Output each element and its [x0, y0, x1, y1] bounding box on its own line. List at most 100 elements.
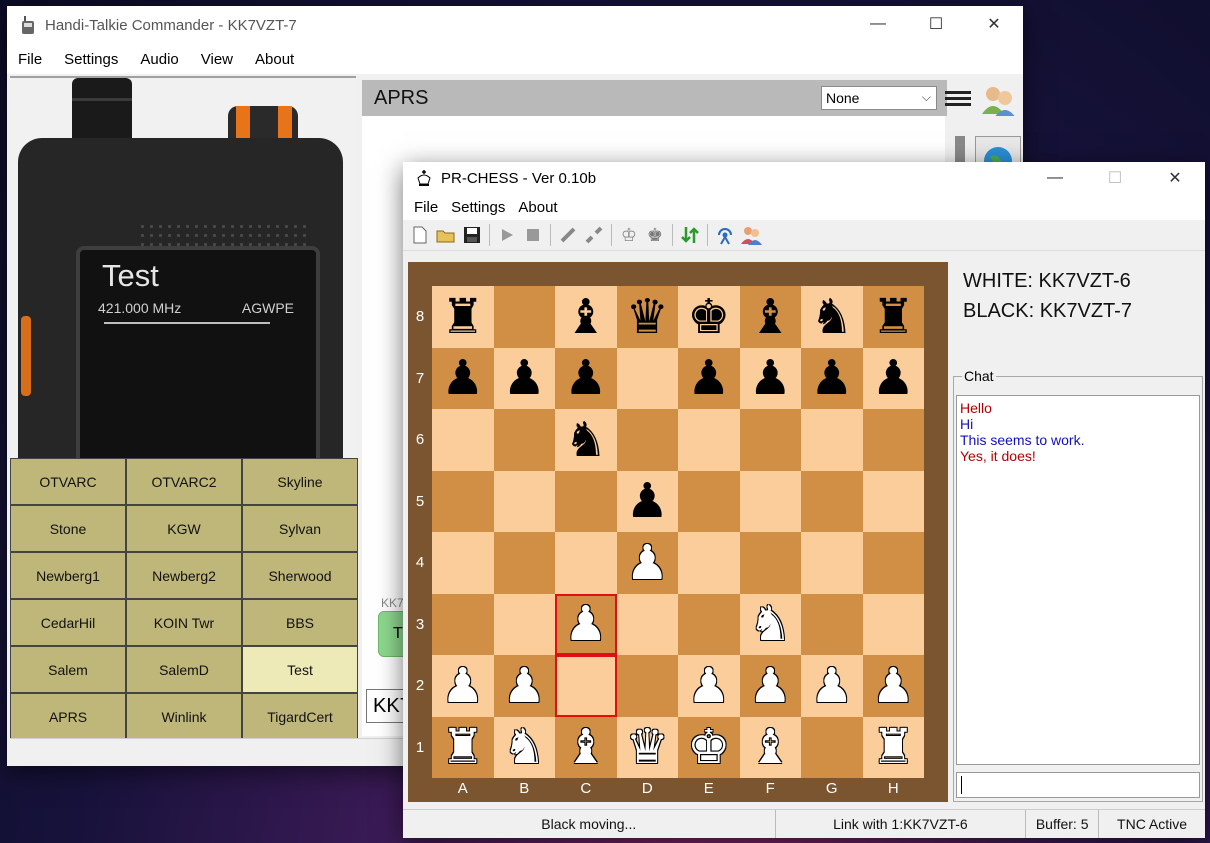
square-d7[interactable] — [616, 347, 678, 409]
channel-button[interactable]: Sherwood — [243, 553, 357, 598]
menu-settings[interactable]: Settings — [53, 51, 129, 68]
square-a4[interactable] — [432, 532, 494, 594]
contacts-icon[interactable] — [979, 84, 1019, 120]
stop-icon[interactable] — [520, 222, 546, 248]
white-pawn-icon[interactable]: ♟ — [503, 662, 546, 710]
square-b1[interactable]: ♞ — [493, 716, 555, 778]
channel-button[interactable]: SalemD — [127, 647, 241, 692]
channel-button[interactable]: Test — [243, 647, 357, 692]
black-pawn-icon[interactable]: ♟ — [749, 354, 792, 402]
channel-button[interactable]: Stone — [11, 506, 125, 551]
square-h8[interactable]: ♜ — [862, 286, 924, 348]
white-pawn-icon[interactable]: ♟ — [441, 662, 484, 710]
maximize-button[interactable]: ☐ — [1085, 162, 1145, 194]
ht-titlebar[interactable]: Handi-Talkie Commander - KK7VZT-7 — ☐ ✕ — [7, 6, 1023, 44]
swap-icon[interactable] — [677, 222, 703, 248]
square-b3[interactable] — [493, 593, 555, 655]
white-pawn-icon[interactable]: ♟ — [872, 662, 915, 710]
ptt-button[interactable] — [21, 316, 31, 396]
square-f7[interactable]: ♟ — [739, 347, 801, 409]
users-icon[interactable] — [738, 222, 764, 248]
square-h6[interactable] — [862, 409, 924, 471]
square-h1[interactable]: ♜ — [862, 716, 924, 778]
square-h3[interactable] — [862, 593, 924, 655]
square-f5[interactable] — [739, 470, 801, 532]
square-c5[interactable] — [555, 470, 617, 532]
square-h5[interactable] — [862, 470, 924, 532]
connect-icon[interactable] — [555, 222, 581, 248]
square-d8[interactable]: ♛ — [616, 286, 678, 348]
square-d2[interactable] — [616, 655, 678, 717]
square-c1[interactable]: ♝ — [555, 716, 617, 778]
black-bishop-icon[interactable]: ♝ — [564, 293, 607, 341]
white-queen-icon[interactable]: ♛ — [626, 723, 669, 771]
white-pawn-icon[interactable]: ♟ — [749, 662, 792, 710]
square-a8[interactable]: ♜ — [432, 286, 494, 348]
channel-button[interactable]: OTVARC2 — [127, 459, 241, 504]
channel-button[interactable]: Newberg2 — [127, 553, 241, 598]
black-pawn-icon[interactable]: ♟ — [503, 354, 546, 402]
square-c3[interactable]: ♟ — [555, 593, 617, 655]
square-a7[interactable]: ♟ — [432, 347, 494, 409]
black-bishop-icon[interactable]: ♝ — [749, 293, 792, 341]
square-f4[interactable] — [739, 532, 801, 594]
channel-button[interactable]: Salem — [11, 647, 125, 692]
square-e6[interactable] — [678, 409, 740, 471]
aprs-filter-select[interactable]: None ⌵ — [821, 86, 937, 110]
black-rook-icon[interactable]: ♜ — [441, 293, 484, 341]
square-f6[interactable] — [739, 409, 801, 471]
disconnect-icon[interactable] — [581, 222, 607, 248]
square-e7[interactable]: ♟ — [678, 347, 740, 409]
square-e3[interactable] — [678, 593, 740, 655]
minimize-button[interactable]: — — [849, 6, 907, 42]
white-bishop-icon[interactable]: ♝ — [564, 723, 607, 771]
channel-button[interactable]: TigardCert — [243, 694, 357, 739]
square-g7[interactable]: ♟ — [801, 347, 863, 409]
square-h2[interactable]: ♟ — [862, 655, 924, 717]
square-f1[interactable]: ♝ — [739, 716, 801, 778]
square-g2[interactable]: ♟ — [801, 655, 863, 717]
close-button[interactable]: ✕ — [965, 6, 1023, 42]
square-a1[interactable]: ♜ — [432, 716, 494, 778]
menu-file[interactable]: File — [403, 199, 449, 216]
square-a2[interactable]: ♟ — [432, 655, 494, 717]
white-bishop-icon[interactable]: ♝ — [749, 723, 792, 771]
square-h7[interactable]: ♟ — [862, 347, 924, 409]
square-b4[interactable] — [493, 532, 555, 594]
channel-button[interactable]: Newberg1 — [11, 553, 125, 598]
play-icon[interactable] — [494, 222, 520, 248]
new-icon[interactable] — [407, 222, 433, 248]
square-c7[interactable]: ♟ — [555, 347, 617, 409]
black-rook-icon[interactable]: ♜ — [872, 293, 915, 341]
black-pawn-icon[interactable]: ♟ — [810, 354, 853, 402]
square-f3[interactable]: ♞ — [739, 593, 801, 655]
square-d1[interactable]: ♛ — [616, 716, 678, 778]
square-f2[interactable]: ♟ — [739, 655, 801, 717]
square-d3[interactable] — [616, 593, 678, 655]
black-king-icon[interactable]: ♚ — [687, 293, 730, 341]
square-e4[interactable] — [678, 532, 740, 594]
square-f8[interactable]: ♝ — [739, 286, 801, 348]
square-b6[interactable] — [493, 409, 555, 471]
white-king-icon[interactable]: ♔ — [616, 222, 642, 248]
square-c8[interactable]: ♝ — [555, 286, 617, 348]
channel-button[interactable]: KOIN Twr — [127, 600, 241, 645]
white-pawn-icon[interactable]: ♟ — [626, 539, 669, 587]
black-pawn-icon[interactable]: ♟ — [626, 477, 669, 525]
white-knight-icon[interactable]: ♞ — [749, 600, 792, 648]
channel-button[interactable]: CedarHil — [11, 600, 125, 645]
square-d5[interactable]: ♟ — [616, 470, 678, 532]
square-d4[interactable]: ♟ — [616, 532, 678, 594]
square-h4[interactable] — [862, 532, 924, 594]
square-e1[interactable]: ♚ — [678, 716, 740, 778]
white-pawn-icon[interactable]: ♟ — [687, 662, 730, 710]
square-e8[interactable]: ♚ — [678, 286, 740, 348]
open-icon[interactable] — [433, 222, 459, 248]
callsign-input[interactable]: KK7 — [366, 689, 411, 723]
square-c4[interactable] — [555, 532, 617, 594]
square-e5[interactable] — [678, 470, 740, 532]
channel-button[interactable]: KGW — [127, 506, 241, 551]
menu-view[interactable]: View — [190, 51, 244, 68]
channel-button[interactable]: Sylvan — [243, 506, 357, 551]
chess-titlebar[interactable]: PR-CHESS - Ver 0.10b — ☐ ✕ — [403, 162, 1205, 194]
